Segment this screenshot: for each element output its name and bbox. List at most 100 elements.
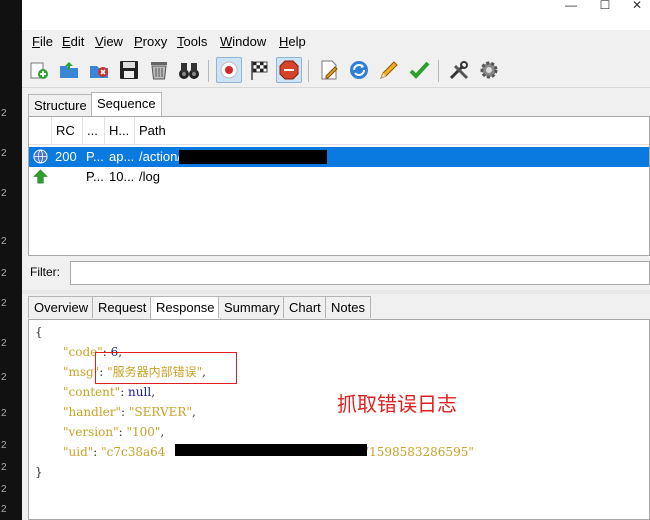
tab-chart[interactable]: Chart [283,296,327,318]
clear-icon [90,66,108,78]
tab-response[interactable]: Response [150,296,221,320]
response-body[interactable]: { "code": 6, "msg": "服务器内部错误", "content"… [28,319,650,520]
record-icon [220,61,238,79]
settings-button[interactable] [476,57,502,83]
desktop-glyph: 2 [1,236,7,247]
find-button[interactable] [176,57,202,83]
json-value: "c7c38a64 [101,445,166,459]
menu-label: roxy [142,34,168,49]
save-button[interactable] [116,57,142,83]
settings-gear-icon [480,61,498,79]
column-host[interactable]: H... [104,117,134,145]
json-value: "100" [126,425,161,439]
menu-mnemonic: E [62,34,71,49]
maximize-button[interactable]: ☐ [592,0,618,14]
cell-host: 10... [109,169,134,184]
tab-summary[interactable]: Summary [218,296,286,318]
new-session-button[interactable] [26,57,52,83]
menu-help[interactable]: Help [279,34,306,49]
column-rc[interactable]: RC [51,117,82,145]
menu-window[interactable]: Window [220,34,266,49]
column-path[interactable]: Path [134,117,649,145]
highlight-box [95,352,237,384]
menu-edit[interactable]: Edit [62,34,84,49]
tab-overview[interactable]: Overview [28,296,95,318]
tools-button[interactable] [446,57,472,83]
charles-proxy-window: — ☐ ✕ File Edit View Proxy Tools Window … [22,0,650,520]
title-bar: — ☐ ✕ [22,0,650,30]
json-value: null [128,385,152,399]
json-close-brace: } [35,465,43,479]
desktop-glyph: 2 [1,188,7,199]
json-key: "uid" [63,445,94,459]
json-value: "SERVER" [128,405,192,419]
edit-document-icon [321,60,338,80]
menu-label: dit [70,34,85,49]
menu-tools[interactable]: Tools [177,34,207,49]
cell-method: P... [86,149,104,164]
validate-button[interactable] [406,57,432,83]
json-value-tail: 71598583286595" [361,445,474,459]
cell-rc: 200 [55,149,77,164]
column-header: RC ... H... Path [29,117,649,145]
binoculars-icon [179,63,199,79]
throttle-button[interactable] [246,57,272,83]
desktop-glyph: 2 [1,148,7,159]
close-button[interactable]: ✕ [624,0,650,14]
new-session-icon [30,62,48,79]
session-panel: Structure Sequence RC ... H... Path 200 … [28,92,650,288]
json-key: "msg" [63,365,100,379]
toolbar-separator [438,60,439,82]
tab-sequence[interactable]: Sequence [91,92,162,116]
filter-input[interactable] [70,261,650,285]
desktop-background: 2 2 2 2 2 2 2 2 2 2 2 2 2 [0,0,22,520]
menu-proxy[interactable]: Proxy [134,34,167,49]
json-line: "version": "100", [63,425,165,439]
table-row[interactable]: P... 10... /log [29,167,649,187]
desktop-glyph: 2 [1,338,7,349]
save-icon [120,61,138,79]
menu-label: iew [103,34,123,49]
compose-button[interactable] [316,57,342,83]
cell-method: P... [86,169,104,184]
desktop-glyph: 2 [1,484,7,495]
breakpoints-button[interactable] [276,57,302,83]
desktop-glyph: 2 [1,462,7,473]
column-method[interactable]: ... [82,117,104,145]
open-icon [60,62,78,78]
minimize-button[interactable]: — [558,0,584,14]
filter-label: Filter: [30,265,60,279]
desktop-glyph: 2 [1,504,7,515]
menu-label: ools [183,34,208,49]
trash-button[interactable] [146,57,172,83]
desktop-glyph: 2 [1,408,7,419]
json-line: "handler": "SERVER", [63,405,196,419]
desktop-glyph: 2 [1,372,7,383]
menu-label: elp [288,34,306,49]
record-button[interactable] [216,57,242,83]
menu-label: indow [232,34,267,49]
filter-bar: Filter: [28,260,650,286]
panel-splitter[interactable] [22,290,650,294]
tab-notes[interactable]: Notes [325,296,371,318]
checkered-flag-icon [251,61,268,80]
desktop-glyph: 2 [1,440,7,451]
menu-view[interactable]: View [95,34,123,49]
edit-button[interactable] [376,57,402,83]
tab-request[interactable]: Request [92,296,153,318]
toolbar-separator [208,60,209,82]
cell-path: /log [139,169,160,184]
stop-icon [279,60,299,80]
json-open-brace: { [35,325,43,339]
clear-button[interactable] [86,57,112,83]
toolbar-separator [308,60,309,82]
table-row[interactable]: 200 P... ap... /action/ [29,147,649,167]
json-line: "content": null, [63,385,156,399]
menu-file[interactable]: File [32,34,53,49]
tab-structure[interactable]: Structure [28,94,93,116]
globe-icon [33,149,48,164]
redaction-bar [179,150,327,164]
open-button[interactable] [56,57,82,83]
repeat-button[interactable] [346,57,372,83]
menu-mnemonic: W [220,34,233,49]
